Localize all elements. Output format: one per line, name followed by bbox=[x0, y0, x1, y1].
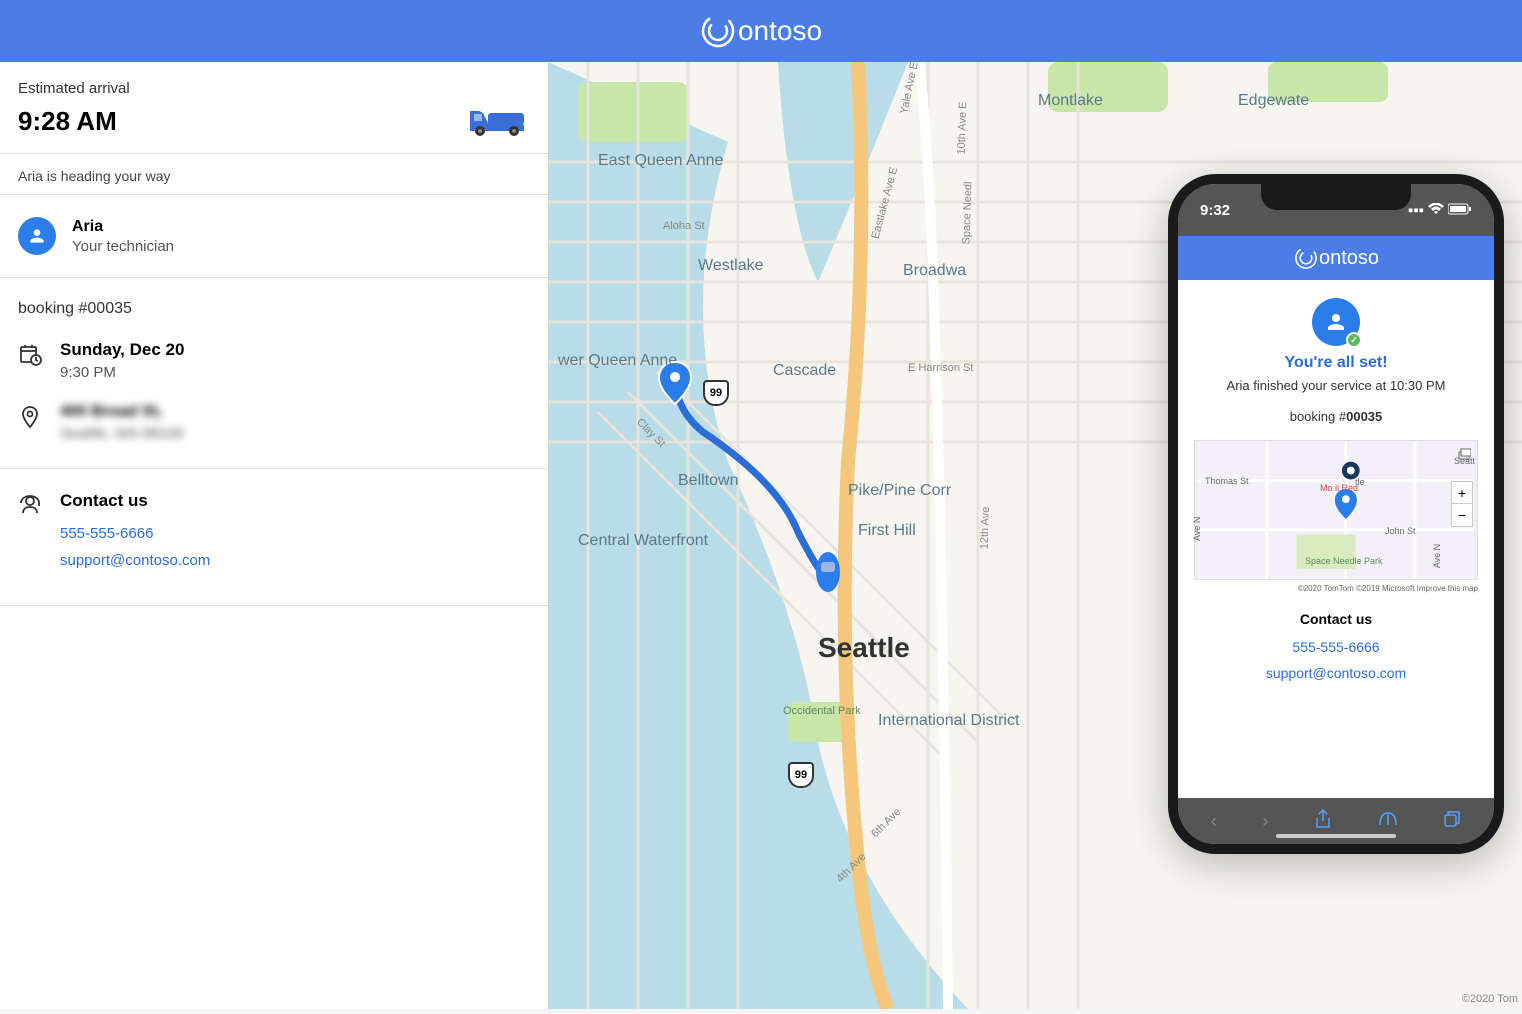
contact-phone-link[interactable]: 555-555-6666 bbox=[60, 525, 210, 542]
technician-card: Aria Your technician bbox=[0, 195, 548, 278]
phone-completion-desc: Aria finished your service at 10:30 PM bbox=[1194, 378, 1478, 393]
app-header: ontoso bbox=[0, 0, 1522, 62]
tabs-icon[interactable] bbox=[1443, 810, 1461, 833]
phone-completion-title: You're all set! bbox=[1194, 354, 1478, 372]
zoom-in-button[interactable]: + bbox=[1452, 482, 1472, 504]
layers-icon[interactable] bbox=[1457, 447, 1471, 461]
contact-section: Contact us 555-555-6666 support@contoso.… bbox=[0, 469, 548, 606]
bookmarks-icon[interactable] bbox=[1378, 811, 1398, 832]
booking-address-line1: 400 Broad St, bbox=[60, 403, 184, 421]
phone-minimap[interactable]: Thomas St John St Space Needle Park Ave … bbox=[1194, 440, 1478, 580]
brand-text: ontoso bbox=[738, 15, 822, 47]
zoom-out-button[interactable]: − bbox=[1452, 504, 1472, 526]
technician-role: Your technician bbox=[72, 238, 174, 255]
booking-number: booking #00035 bbox=[18, 300, 530, 318]
battery-icon bbox=[1448, 202, 1472, 219]
phone-avatar-icon bbox=[1312, 298, 1360, 346]
wifi-icon bbox=[1428, 202, 1444, 219]
phone-contact-email-link[interactable]: support@contoso.com bbox=[1194, 665, 1478, 681]
contact-email-link[interactable]: support@contoso.com bbox=[60, 552, 210, 569]
phone-notch bbox=[1261, 184, 1411, 210]
minimap-attribution: ©2020 TomTom ©2019 Microsoft Improve thi… bbox=[1194, 584, 1478, 593]
calendar-icon bbox=[18, 342, 42, 366]
headset-icon bbox=[18, 493, 42, 517]
tracking-map[interactable]: East Queen Anne wer Queen Anne Westlake … bbox=[548, 62, 1522, 1009]
brand-logo: ontoso bbox=[700, 13, 822, 49]
checkmark-icon bbox=[1346, 332, 1362, 348]
highway-shield: 99 bbox=[788, 762, 814, 788]
phone-home-indicator[interactable] bbox=[1276, 834, 1396, 838]
contact-title: Contact us bbox=[60, 491, 210, 511]
phone-contact-phone-link[interactable]: 555-555-6666 bbox=[1194, 639, 1478, 655]
phone-content: You're all set! Aria finished your servi… bbox=[1178, 280, 1494, 798]
logo-c-icon bbox=[700, 13, 736, 49]
signal-icon: ▪▪▪ bbox=[1408, 202, 1424, 219]
technician-name: Aria bbox=[72, 218, 174, 236]
phone-clock: 9:32 bbox=[1200, 202, 1230, 219]
phone-app-header: ontoso bbox=[1178, 236, 1494, 280]
phone-brand-logo: ontoso bbox=[1293, 245, 1379, 271]
forward-icon[interactable]: › bbox=[1262, 811, 1268, 832]
phone-booking-number: booking #00035 bbox=[1194, 409, 1478, 424]
booking-address-line2: Seattle, WA 98109 bbox=[60, 425, 184, 442]
eta-time: 9:28 AM bbox=[18, 106, 117, 137]
status-text: Aria is heading your way bbox=[0, 154, 548, 195]
back-icon[interactable]: ‹ bbox=[1211, 811, 1217, 832]
phone-mockup: 9:32 ▪▪▪ ontoso bbox=[1168, 174, 1504, 854]
technician-avatar-icon bbox=[18, 217, 56, 255]
booking-time: 9:30 PM bbox=[60, 364, 184, 381]
van-icon bbox=[466, 103, 530, 139]
minimap-zoom-controls: + − bbox=[1451, 481, 1473, 527]
phone-contact-title: Contact us bbox=[1194, 611, 1478, 627]
location-pin-icon bbox=[18, 405, 42, 429]
highway-shield: 99 bbox=[703, 380, 729, 406]
share-icon[interactable] bbox=[1314, 809, 1332, 834]
booking-date: Sunday, Dec 20 bbox=[60, 340, 184, 360]
eta-label: Estimated arrival bbox=[18, 80, 530, 97]
tracking-sidebar: Estimated arrival 9:28 AM Aria is headin… bbox=[0, 62, 548, 1009]
booking-section: booking #00035 Sunday, Dec 20 9:30 PM 40… bbox=[0, 278, 548, 469]
